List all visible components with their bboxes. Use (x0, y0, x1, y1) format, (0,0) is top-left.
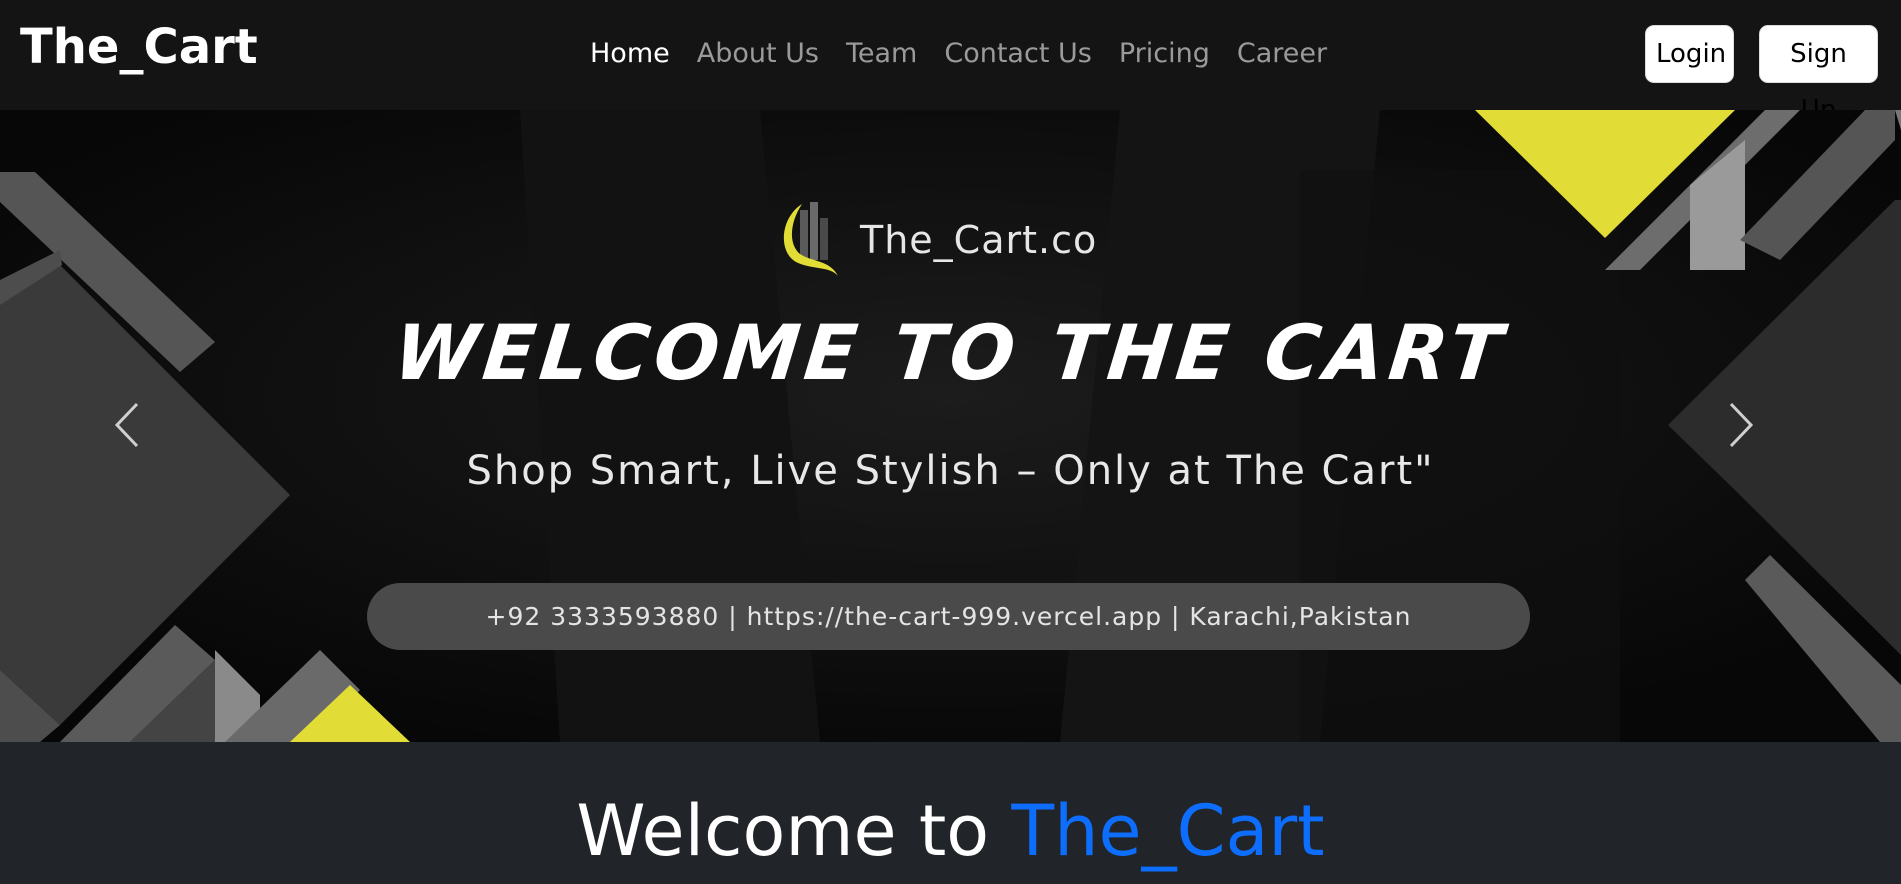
nav-link-pricing[interactable]: Pricing (1119, 34, 1210, 74)
signup-button[interactable]: Sign Up (1759, 25, 1878, 125)
building-logo-icon (783, 202, 838, 276)
nav-link-contact-us[interactable]: Contact Us (944, 34, 1091, 74)
chevron-left-icon (114, 402, 139, 448)
carousel-logo: The_Cart.co (772, 200, 1097, 280)
login-button[interactable]: Login (1645, 25, 1734, 83)
welcome-brand-highlight: The_Cart (1011, 790, 1325, 872)
nav-link-about-us[interactable]: About Us (697, 34, 819, 74)
nav-links: Home About Us Team Contact Us Pricing Ca… (590, 34, 1354, 74)
nav-link-career[interactable]: Career (1237, 34, 1327, 74)
nav-link-team[interactable]: Team (846, 34, 917, 74)
chevron-right-icon (1729, 402, 1754, 448)
welcome-prefix: Welcome to (576, 790, 990, 872)
welcome-heading: Welcome to The_Cart (0, 786, 1901, 876)
nav-link-home[interactable]: Home (590, 34, 670, 74)
navbar: The_Cart Home About Us Team Contact Us P… (0, 0, 1901, 125)
carousel-next-button[interactable] (1725, 400, 1785, 470)
contact-info-pill: +92 3333593880 | https://the-cart-999.ve… (367, 583, 1530, 650)
welcome-section: Welcome to The_Cart (0, 742, 1901, 884)
carousel-logo-text: The_Cart.co (860, 218, 1098, 262)
carousel-title: WELCOME TO THE CART (389, 308, 1512, 397)
hero-carousel: The_Cart.co WELCOME TO THE CART Shop Sma… (0, 110, 1901, 742)
carousel-subtitle: Shop Smart, Live Stylish – Only at The C… (466, 448, 1435, 494)
carousel-prev-button[interactable] (113, 400, 173, 470)
brand-logo[interactable]: The_Cart (20, 18, 258, 76)
